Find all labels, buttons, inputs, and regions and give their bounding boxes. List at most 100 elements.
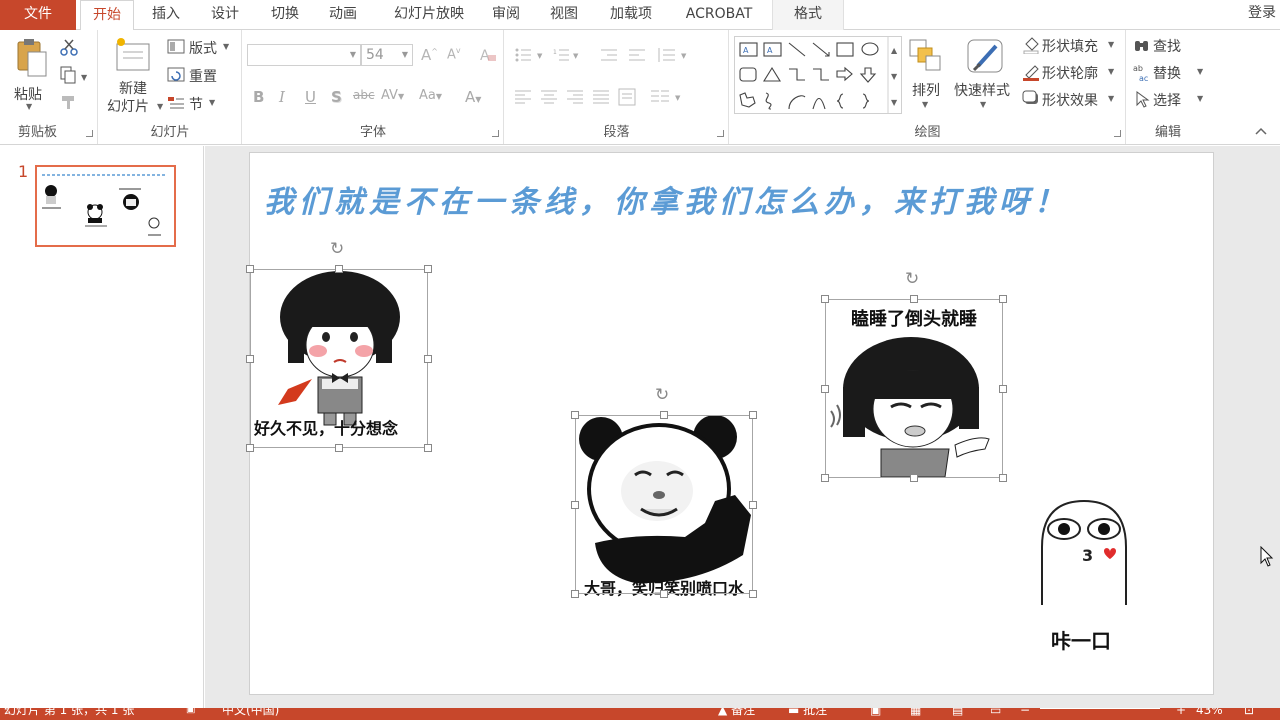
zoom-level[interactable]: 43% — [1196, 708, 1223, 717]
tab-view[interactable]: 视图 — [542, 0, 586, 30]
resize-handle[interactable] — [660, 590, 668, 598]
resize-handle[interactable] — [424, 265, 432, 273]
resize-handle[interactable] — [571, 501, 579, 509]
resize-handle[interactable] — [821, 295, 829, 303]
shape-outline-button[interactable]: 形状轮廓 ▼ — [1022, 63, 1122, 85]
collapse-ribbon-icon[interactable] — [1254, 126, 1268, 136]
svg-text:▼: ▼ — [537, 52, 543, 60]
strikethrough-icon[interactable]: abc — [353, 88, 375, 102]
clear-formatting-icon[interactable]: A — [479, 46, 497, 64]
login-link[interactable]: 登录 — [1248, 0, 1276, 26]
paste-button[interactable]: 粘贴 ▼ — [8, 36, 52, 116]
shapes-gallery[interactable]: A A ▲ ▼ ▼ — [734, 36, 902, 114]
resize-handle[interactable] — [910, 295, 918, 303]
copy-icon[interactable]: ▼ — [60, 66, 90, 84]
meme-image-4[interactable]: 3 咔一口 — [1020, 497, 1150, 657]
font-size-input[interactable]: 54 ▼ — [361, 44, 413, 66]
reset-button[interactable]: 重置 — [167, 66, 237, 86]
tab-file[interactable]: 文件 — [0, 0, 76, 30]
resize-handle[interactable] — [749, 501, 757, 509]
character-spacing-icon[interactable]: AV▼ — [381, 88, 404, 103]
fit-to-window-icon[interactable]: ⊡ — [1244, 708, 1254, 717]
reading-view-icon[interactable]: ▤ — [952, 708, 963, 717]
layout-button[interactable]: 版式 ▼ — [167, 38, 237, 58]
resize-handle[interactable] — [749, 411, 757, 419]
notes-button[interactable]: ▲ 备注 — [718, 708, 755, 717]
font-launcher-icon[interactable] — [492, 130, 499, 137]
new-slide-button[interactable]: 新建 幻灯片 ▼ — [105, 36, 163, 118]
slides-group: 新建 幻灯片 ▼ 版式 ▼ 重置 节 ▼ 幻灯片 — [99, 30, 242, 144]
shapes-gallery-icons: A A ▲ ▼ ▼ — [739, 37, 898, 113]
replace-button[interactable]: ab ac 替换 ▼ — [1133, 63, 1209, 85]
zoom-out-icon[interactable]: − — [1020, 708, 1030, 717]
arrange-button[interactable]: 排列 ▼ — [906, 36, 946, 118]
meme-image-3[interactable]: 瞌睡了倒头就睡 ↻ — [821, 269, 1007, 482]
paragraph-launcher-icon[interactable] — [717, 130, 724, 137]
resize-handle[interactable] — [571, 590, 579, 598]
tab-transitions[interactable]: 切换 — [258, 0, 312, 30]
resize-handle[interactable] — [660, 411, 668, 419]
resize-handle[interactable] — [999, 385, 1007, 393]
slide-title[interactable]: 我们就是不在一条线，你拿我们怎么办，来打我呀！ — [264, 177, 1069, 221]
resize-handle[interactable] — [246, 265, 254, 273]
font-name-input[interactable]: ▼ — [247, 44, 361, 66]
resize-handle[interactable] — [246, 355, 254, 363]
comments-button[interactable]: ▬ 批注 — [788, 708, 827, 717]
slide-canvas[interactable]: 我们就是不在一条线，你拿我们怎么办，来打我呀！ 好久不见，十分想念 ↻ 大哥，笑… — [246, 152, 1214, 695]
normal-view-icon[interactable]: ▣ — [870, 708, 881, 717]
resize-handle[interactable] — [999, 295, 1007, 303]
shape-fill-button[interactable]: 形状填充 ▼ — [1022, 36, 1122, 58]
shape-effects-button[interactable]: 形状效果 ▼ — [1022, 90, 1122, 112]
zoom-in-icon[interactable]: + — [1176, 708, 1186, 717]
slide-sorter-view-icon[interactable]: ▦ — [910, 708, 921, 717]
tab-format[interactable]: 格式 — [772, 0, 844, 30]
tab-insert[interactable]: 插入 — [140, 0, 192, 30]
tab-home[interactable]: 开始 — [80, 0, 134, 31]
italic-icon[interactable]: I — [279, 88, 285, 106]
resize-handle[interactable] — [999, 474, 1007, 482]
meme-image-2[interactable]: 大哥，笑归笑别喷口水 ↻ — [571, 385, 757, 598]
grow-font-icon[interactable]: A^ — [421, 46, 438, 64]
resize-handle[interactable] — [335, 444, 343, 452]
tab-animations[interactable]: 动画 — [316, 0, 370, 30]
tab-addins[interactable]: 加载项 — [600, 0, 662, 30]
format-painter-icon[interactable] — [60, 94, 78, 110]
font-color-icon[interactable]: A▼ — [465, 88, 481, 106]
resize-handle[interactable] — [571, 411, 579, 419]
tab-review[interactable]: 审阅 — [484, 0, 528, 30]
resize-handle[interactable] — [821, 385, 829, 393]
resize-handle[interactable] — [424, 355, 432, 363]
rotate-handle-3-icon[interactable]: ↻ — [905, 269, 919, 289]
resize-handle[interactable] — [246, 444, 254, 452]
bold-icon[interactable]: B — [253, 88, 264, 106]
svg-text:▼: ▼ — [681, 52, 687, 60]
spellcheck-icon[interactable]: ▣ — [186, 708, 195, 717]
tab-acrobat[interactable]: ACROBAT — [676, 0, 762, 30]
select-button[interactable]: 选择 ▼ — [1133, 90, 1209, 112]
zoom-slider[interactable] — [1040, 708, 1160, 709]
quick-styles-button[interactable]: 快速样式 ▼ — [952, 36, 1018, 118]
section-button[interactable]: 节 ▼ — [167, 94, 237, 114]
resize-handle[interactable] — [749, 590, 757, 598]
resize-handle[interactable] — [821, 474, 829, 482]
resize-handle[interactable] — [910, 474, 918, 482]
rotate-handle-2-icon[interactable]: ↻ — [655, 385, 669, 405]
change-case-icon[interactable]: Aa▼ — [419, 88, 442, 103]
clipboard-launcher-icon[interactable] — [86, 130, 93, 137]
tab-design[interactable]: 设计 — [198, 0, 252, 30]
drawing-launcher-icon[interactable] — [1114, 130, 1121, 137]
meme-image-1[interactable]: 好久不见，十分想念 ↻ — [246, 239, 432, 452]
resize-handle[interactable] — [335, 265, 343, 273]
font-name-dropdown-icon: ▼ — [349, 50, 356, 59]
slide-thumbnail[interactable] — [35, 165, 176, 247]
find-button[interactable]: 查找 — [1133, 36, 1209, 58]
status-language[interactable]: 中文(中国) — [222, 708, 279, 717]
shrink-font-icon[interactable]: Av — [447, 46, 461, 62]
resize-handle[interactable] — [424, 444, 432, 452]
cut-icon[interactable] — [60, 38, 78, 56]
slideshow-view-icon[interactable]: ▭ — [990, 708, 1001, 717]
rotate-handle-1-icon[interactable]: ↻ — [330, 239, 344, 259]
text-shadow-icon[interactable]: S — [331, 88, 342, 106]
underline-icon[interactable]: U — [305, 88, 316, 106]
tab-slideshow[interactable]: 幻灯片放映 — [378, 0, 480, 30]
